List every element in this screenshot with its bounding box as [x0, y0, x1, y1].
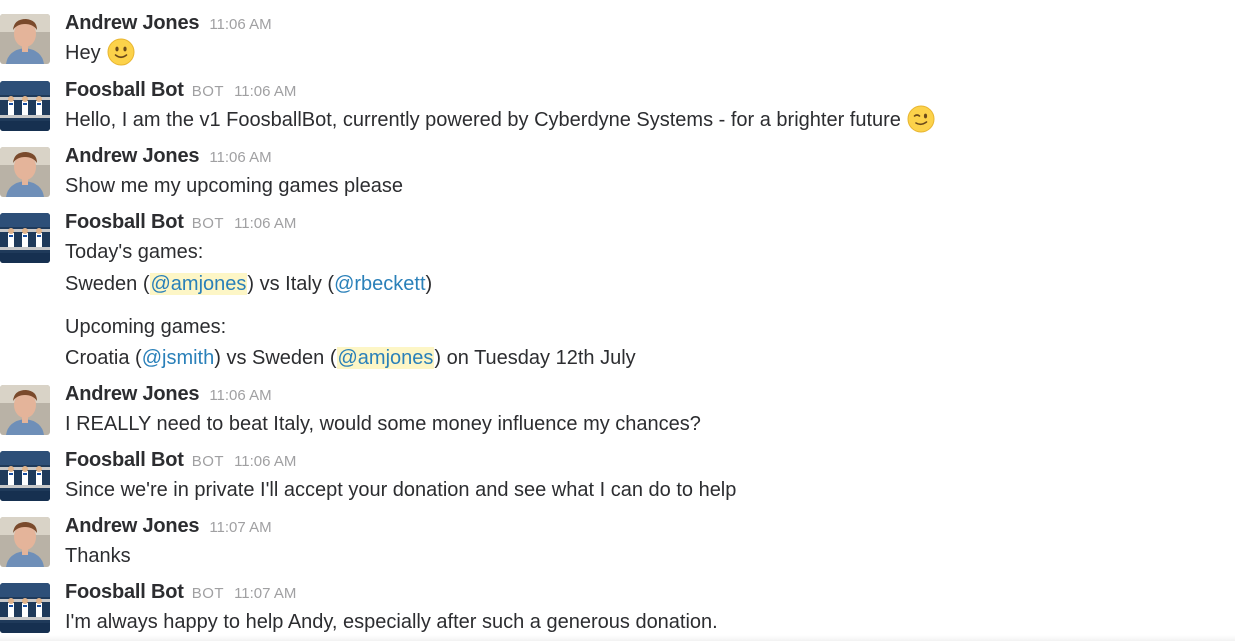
timestamp[interactable]: 11:07 AM [209, 519, 271, 536]
message: Andrew Jones 11:06 AM Show me my upcoming… [0, 145, 1235, 201]
message-text: Since we're in private I'll accept your … [65, 479, 737, 501]
message-text: I REALLY need to beat Italy, would some … [65, 413, 701, 435]
timestamp[interactable]: 11:06 AM [209, 387, 271, 404]
message-header: Andrew Jones 11:06 AM [65, 145, 272, 171]
bottom-edge [0, 635, 1235, 641]
slightly-smiling-face-icon [107, 38, 135, 66]
message-header: Andrew Jones 11:07 AM [65, 515, 272, 541]
winking-face-icon [907, 105, 935, 133]
message-text: I'm always happy to help Andy, especiall… [65, 611, 718, 633]
message-header: Andrew Jones 11:06 AM [65, 12, 272, 38]
author-name[interactable]: Foosball Bot [65, 581, 184, 603]
message: Foosball Bot BOT 11:07 AM I'm always happy… [0, 581, 1235, 641]
timestamp[interactable]: 11:06 AM [234, 83, 296, 100]
message-header: Foosball Bot BOT 11:07 AM [65, 581, 296, 607]
author-name[interactable]: Foosball Bot [65, 79, 184, 101]
message-text-content: Hello, I am the v1 FoosballBot, currentl… [65, 109, 901, 131]
message-header: Foosball Bot BOT 11:06 AM [65, 211, 296, 237]
bot-avatar[interactable] [0, 451, 50, 501]
game-text: ) on Tuesday 12th July [434, 347, 636, 369]
author-name[interactable]: Foosball Bot [65, 211, 184, 233]
user-avatar[interactable] [0, 385, 50, 435]
message: Foosball Bot BOT 11:06 AM Hello, I am the … [0, 79, 1235, 135]
timestamp[interactable]: 11:06 AM [234, 453, 296, 470]
game-text: ) vs Italy ( [247, 273, 335, 295]
bot-avatar[interactable] [0, 213, 50, 263]
game-text: ) [425, 273, 433, 295]
message-text: Hey [65, 38, 135, 66]
game-text: Sweden ( [65, 273, 150, 295]
message: Foosball Bot BOT 11:06 AM Today's games: S… [0, 211, 1235, 376]
mention-link[interactable]: @amjones [149, 273, 248, 295]
bot-badge: BOT [191, 453, 225, 470]
author-name[interactable]: Andrew Jones [65, 12, 200, 34]
todays-games-label: Today's games: [65, 241, 204, 263]
mention-link[interactable]: @jsmith [142, 347, 215, 369]
author-name[interactable]: Andrew Jones [65, 383, 200, 405]
bot-badge: BOT [191, 215, 225, 232]
message-list[interactable]: Andrew Jones 11:06 AM Hey Foosball Bot B… [0, 0, 1235, 641]
message: Andrew Jones 11:06 AM I REALLY need to be… [0, 383, 1235, 439]
game-text: Croatia ( [65, 347, 142, 369]
mention-link[interactable]: @rbeckett [334, 273, 425, 295]
message-text: Show me my upcoming games please [65, 175, 403, 197]
message-header: Foosball Bot BOT 11:06 AM [65, 79, 296, 105]
timestamp[interactable]: 11:06 AM [209, 149, 271, 166]
bot-badge: BOT [191, 83, 225, 100]
message-text-content: Hey [65, 42, 101, 64]
author-name[interactable]: Foosball Bot [65, 449, 184, 471]
user-avatar[interactable] [0, 14, 50, 64]
message: Andrew Jones 11:06 AM Hey [0, 12, 1235, 68]
todays-game-line: Sweden (@amjones) vs Italy (@rbeckett) [65, 271, 432, 297]
message-header: Foosball Bot BOT 11:06 AM [65, 449, 296, 475]
upcoming-games-label: Upcoming games: [65, 316, 227, 338]
user-avatar[interactable] [0, 147, 50, 197]
game-text: ) vs Sweden ( [214, 347, 337, 369]
mention-link[interactable]: @amjones [336, 347, 435, 369]
bot-avatar[interactable] [0, 81, 50, 131]
bot-badge: BOT [191, 585, 225, 602]
timestamp[interactable]: 11:06 AM [234, 215, 296, 232]
user-avatar[interactable] [0, 517, 50, 567]
message-header: Andrew Jones 11:06 AM [65, 383, 272, 409]
message-text: Thanks [65, 545, 131, 567]
upcoming-game-line: Croatia (@jsmith) vs Sweden (@amjones) o… [65, 345, 636, 371]
bot-avatar[interactable] [0, 583, 50, 633]
author-name[interactable]: Andrew Jones [65, 145, 200, 167]
timestamp[interactable]: 11:07 AM [234, 585, 296, 602]
message-text: Hello, I am the v1 FoosballBot, currentl… [65, 105, 935, 133]
author-name[interactable]: Andrew Jones [65, 515, 200, 537]
message: Foosball Bot BOT 11:06 AM Since we're in p… [0, 449, 1235, 505]
message: Andrew Jones 11:07 AM Thanks [0, 515, 1235, 571]
timestamp[interactable]: 11:06 AM [209, 16, 271, 33]
